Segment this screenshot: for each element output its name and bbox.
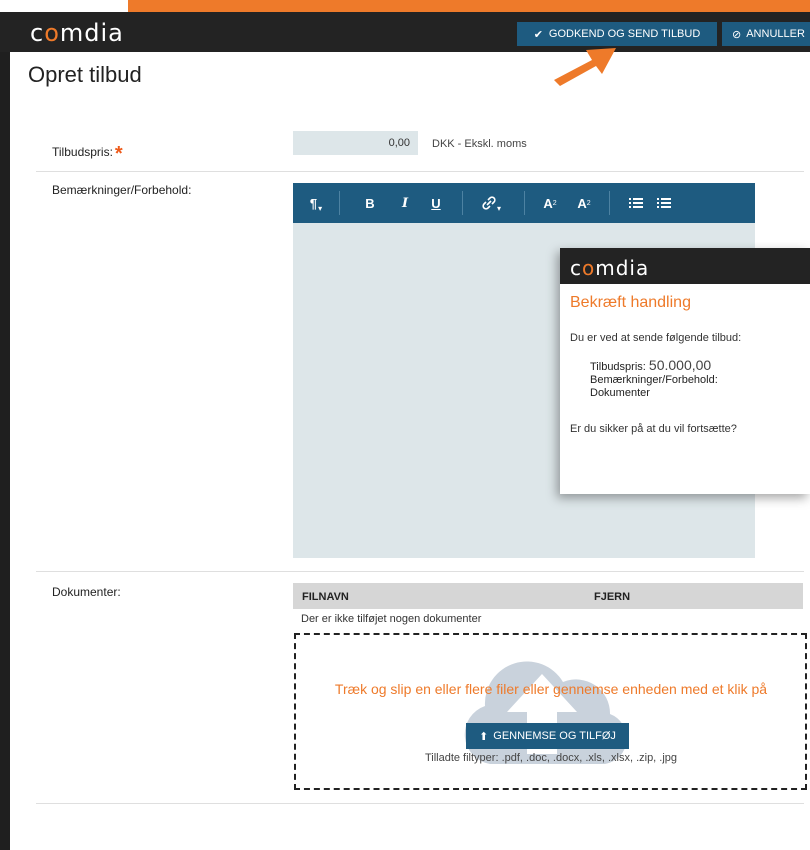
price-label: Tilbudspris: *	[52, 143, 123, 165]
dialog-documents-label: Dokumenter	[590, 387, 650, 399]
documents-empty-text: Der er ikke tilføjet nogen dokumenter	[301, 613, 482, 625]
comdia-logo: comdia	[30, 19, 124, 47]
dialog-remarks-label: Bemærkninger/Forbehold:	[590, 374, 718, 386]
divider	[36, 171, 804, 172]
italic-icon[interactable]: I	[390, 183, 420, 223]
superscript-icon[interactable]: A2	[535, 183, 565, 223]
dropzone-instruction: Træk og slip en eller flere filer eller …	[334, 681, 768, 697]
allowed-filetypes: Tilladte filtyper: .pdf, .doc, .docx, .x…	[424, 752, 678, 764]
confirm-dialog: comdia Bekræft handling Du er ved at sen…	[560, 248, 810, 494]
col-remove: FJERN	[594, 591, 631, 603]
ban-icon: ⊘	[732, 28, 742, 41]
dialog-price-label: Tilbudspris:	[590, 361, 646, 373]
dialog-question: Er du sikker på at du vil fortsætte?	[570, 423, 737, 435]
browse-and-add-button[interactable]: ⬆ GENNEMSE OG TILFØJ	[466, 723, 629, 749]
pointer-arrow-icon	[554, 48, 616, 86]
unordered-list-icon[interactable]	[623, 183, 649, 223]
editor-toolbar: ¶ ▾ B I U ▾ A2 A2	[293, 183, 755, 223]
dialog-intro: Du er ved at sende følgende tilbud:	[570, 332, 742, 344]
price-unit: DKK - Ekskl. moms	[432, 138, 527, 150]
price-input[interactable]: 0,00	[293, 131, 418, 155]
divider	[36, 571, 804, 572]
cancel-button[interactable]: ⊘ ANNULLER	[722, 22, 810, 46]
paragraph-format-icon[interactable]: ¶ ▾	[299, 183, 333, 223]
subscript-icon[interactable]: A2	[569, 183, 599, 223]
ordered-list-icon[interactable]	[651, 183, 677, 223]
documents-label: Dokumenter:	[52, 585, 121, 599]
required-star-icon: *	[114, 143, 123, 165]
link-icon[interactable]: ▾	[471, 183, 511, 223]
upload-icon: ⬆	[479, 730, 489, 743]
page-title: Opret tilbud	[28, 62, 142, 87]
dialog-title: Bekræft handling	[570, 294, 691, 311]
left-frame	[0, 12, 10, 850]
checkmark-icon: ✔	[533, 28, 543, 41]
comdia-logo: comdia	[570, 256, 650, 280]
dialog-summary: Tilbudspris: 50.000,00 Bemærkninger/Forb…	[590, 357, 718, 400]
remarks-label: Bemærkninger/Forbehold:	[52, 183, 192, 197]
col-filename: FILNAVN	[302, 591, 349, 603]
dialog-header: comdia	[560, 248, 810, 284]
dialog-price-value: 50.000,00	[648, 357, 712, 373]
underline-icon[interactable]: U	[421, 183, 451, 223]
bold-icon[interactable]: B	[355, 183, 385, 223]
divider	[36, 803, 804, 804]
top-accent-strip	[128, 0, 810, 12]
documents-table-header: FILNAVN FJERN	[293, 583, 803, 609]
